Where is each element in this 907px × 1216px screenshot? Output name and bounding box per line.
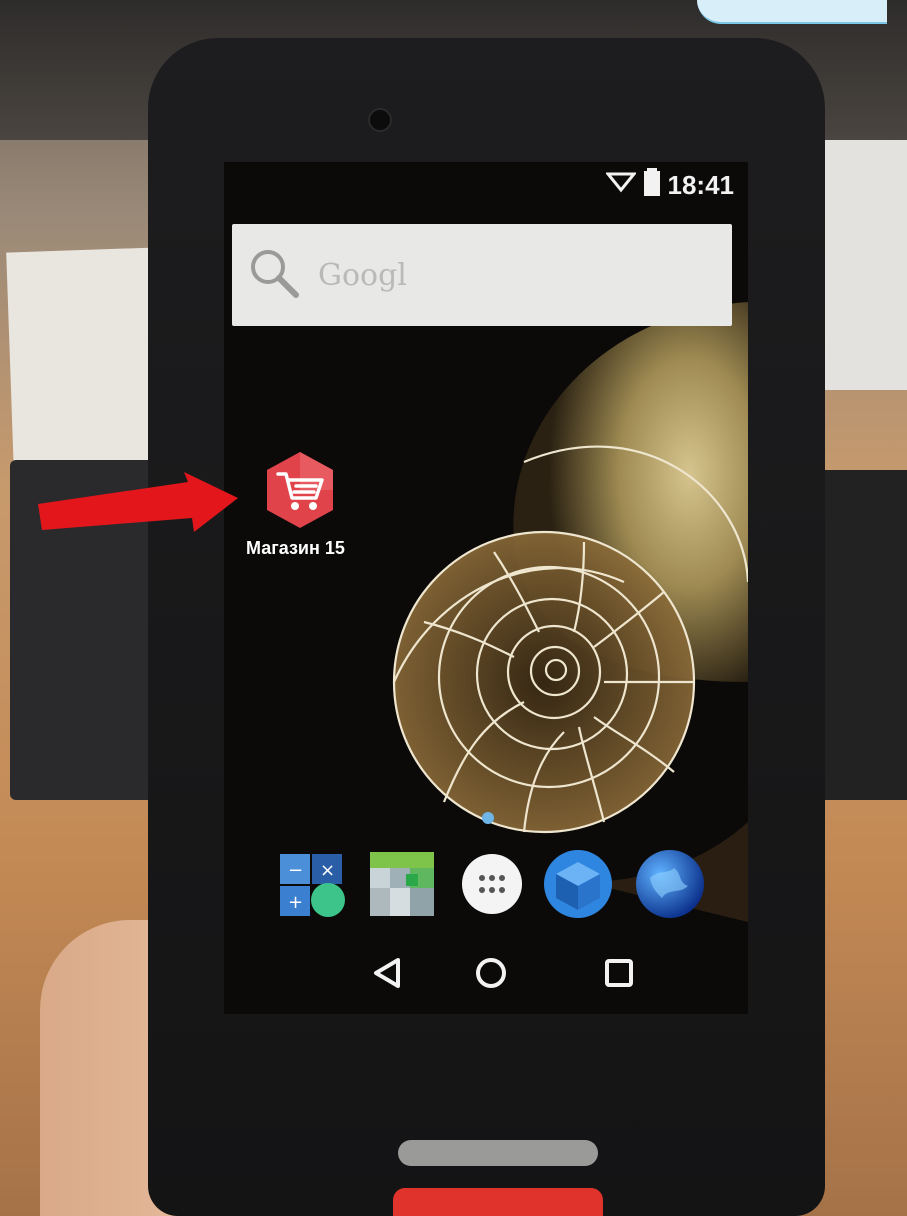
globe-app-icon[interactable] [634, 848, 706, 920]
status-bar: 18:41 [224, 162, 748, 208]
navigation-bar [224, 938, 748, 1008]
page-indicator-dot [482, 812, 494, 824]
recents-icon[interactable] [602, 956, 636, 990]
google-search-bar[interactable]: Googl [232, 224, 732, 326]
app-dock: − × + [224, 848, 748, 928]
home-icon[interactable] [474, 956, 508, 990]
status-time: 18:41 [667, 169, 735, 200]
scan-trigger-button[interactable] [393, 1188, 603, 1216]
search-placeholder: Googl [318, 257, 407, 293]
app-drawer-icon[interactable] [456, 848, 528, 920]
papers-background [6, 247, 164, 473]
calculator-icon[interactable]: − × + [278, 848, 350, 920]
back-icon[interactable] [370, 956, 404, 990]
search-icon [246, 245, 302, 306]
device-grip [398, 1140, 598, 1166]
battery-icon [643, 167, 660, 203]
front-camera [368, 108, 392, 132]
svg-text:×: × [320, 860, 335, 881]
cube-app-icon[interactable] [542, 848, 614, 920]
svg-text:−: − [288, 860, 303, 881]
wifi-icon [604, 170, 637, 201]
svg-text:+: + [288, 892, 303, 913]
device-screen: 18:41 Googl Магазин 15 − × + [224, 162, 748, 1014]
shopping-cart-icon [267, 452, 333, 528]
tiles-app-icon[interactable] [366, 848, 438, 920]
store-app-label: Магазин 15 [246, 538, 345, 558]
red-arrow-annotation [38, 472, 238, 532]
corner-decoration [697, 0, 887, 24]
